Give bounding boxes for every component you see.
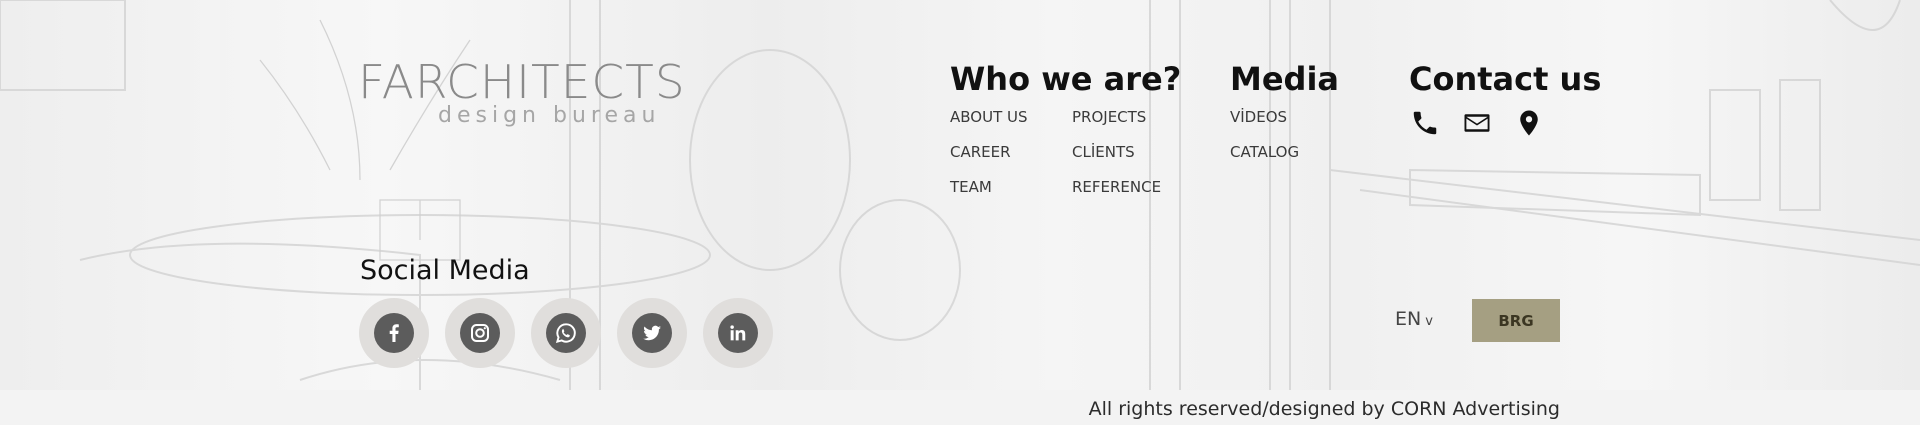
twitter-button[interactable]	[617, 298, 687, 368]
instagram-button[interactable]	[445, 298, 515, 368]
facebook-button[interactable]	[359, 298, 429, 368]
facebook-icon	[374, 313, 414, 353]
contact-us-title: Contact us	[1409, 60, 1602, 98]
link-reference[interactable]: REFERENCE	[1072, 178, 1161, 196]
logo-wordmark: FARCHITECTS	[358, 55, 686, 109]
link-videos[interactable]: VİDEOS	[1230, 108, 1287, 126]
mail-icon[interactable]	[1462, 108, 1492, 138]
logo-tagline: design bureau	[438, 103, 661, 128]
language-current: EN	[1395, 308, 1422, 330]
twitter-icon	[632, 313, 672, 353]
brg-button[interactable]: BRG	[1472, 299, 1560, 342]
link-about-us[interactable]: ABOUT US	[950, 108, 1028, 126]
location-pin-icon[interactable]	[1514, 108, 1544, 138]
social-media-title: Social Media	[360, 255, 530, 286]
link-projects[interactable]: PROJECTS	[1072, 108, 1146, 126]
language-selector[interactable]: EN v	[1395, 308, 1433, 330]
whatsapp-icon	[546, 313, 586, 353]
brand-logo[interactable]: FARCHITECTS design bureau	[358, 55, 722, 130]
link-team[interactable]: TEAM	[950, 178, 992, 196]
instagram-icon	[460, 313, 500, 353]
link-clients[interactable]: CLİENTS	[1072, 143, 1135, 161]
whatsapp-button[interactable]	[531, 298, 601, 368]
bottom-bar	[0, 390, 1920, 425]
chevron-down-icon: v	[1425, 314, 1433, 329]
linkedin-button[interactable]	[703, 298, 773, 368]
copyright-text: All rights reserved/designed by CORN Adv…	[1088, 398, 1560, 420]
media-title: Media	[1230, 60, 1340, 98]
link-catalog[interactable]: CATALOG	[1230, 143, 1299, 161]
linkedin-icon	[718, 313, 758, 353]
link-career[interactable]: CAREER	[950, 143, 1011, 161]
phone-icon[interactable]	[1410, 108, 1440, 138]
who-we-are-title: Who we are?	[950, 60, 1182, 98]
